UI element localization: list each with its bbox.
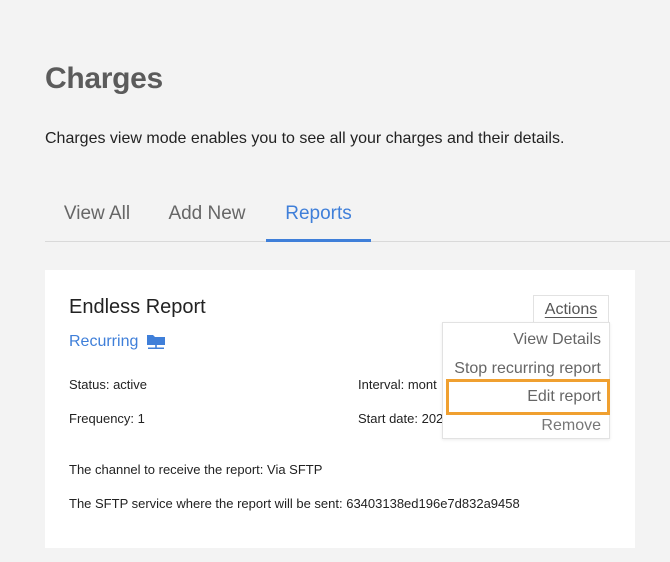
report-title: Endless Report bbox=[69, 296, 206, 318]
sftp-service-field: The SFTP service where the report will b… bbox=[69, 496, 520, 511]
channel-field: The channel to receive the report: Via S… bbox=[69, 462, 323, 477]
status-field: Status: active bbox=[69, 377, 148, 392]
interval-field: Interval: mont bbox=[358, 377, 437, 392]
menu-item-edit-report[interactable]: Edit report bbox=[527, 388, 601, 406]
tab-reports[interactable]: Reports bbox=[266, 190, 371, 242]
menu-item-stop-recurring[interactable]: Stop recurring report bbox=[454, 360, 601, 378]
recurring-link[interactable]: Recurring bbox=[69, 333, 166, 351]
page: Charges Charges view mode enables you to… bbox=[0, 0, 670, 562]
recurring-label: Recurring bbox=[69, 333, 139, 350]
page-title: Charges bbox=[45, 62, 163, 95]
menu-item-remove[interactable]: Remove bbox=[541, 417, 601, 435]
frequency-field: Frequency: 1 bbox=[69, 411, 145, 426]
menu-item-view-details[interactable]: View Details bbox=[513, 331, 601, 349]
tab-add-new[interactable]: Add New bbox=[159, 190, 255, 240]
page-description: Charges view mode enables you to see all… bbox=[45, 130, 565, 147]
start-date-field: Start date: 202 bbox=[358, 411, 443, 426]
tab-view-all[interactable]: View All bbox=[45, 190, 149, 240]
actions-button[interactable]: Actions bbox=[533, 295, 609, 323]
folder-network-icon bbox=[146, 334, 166, 350]
actions-menu: View Details Stop recurring report Edit … bbox=[442, 322, 610, 439]
tab-bar: View All Add New Reports bbox=[45, 190, 670, 242]
